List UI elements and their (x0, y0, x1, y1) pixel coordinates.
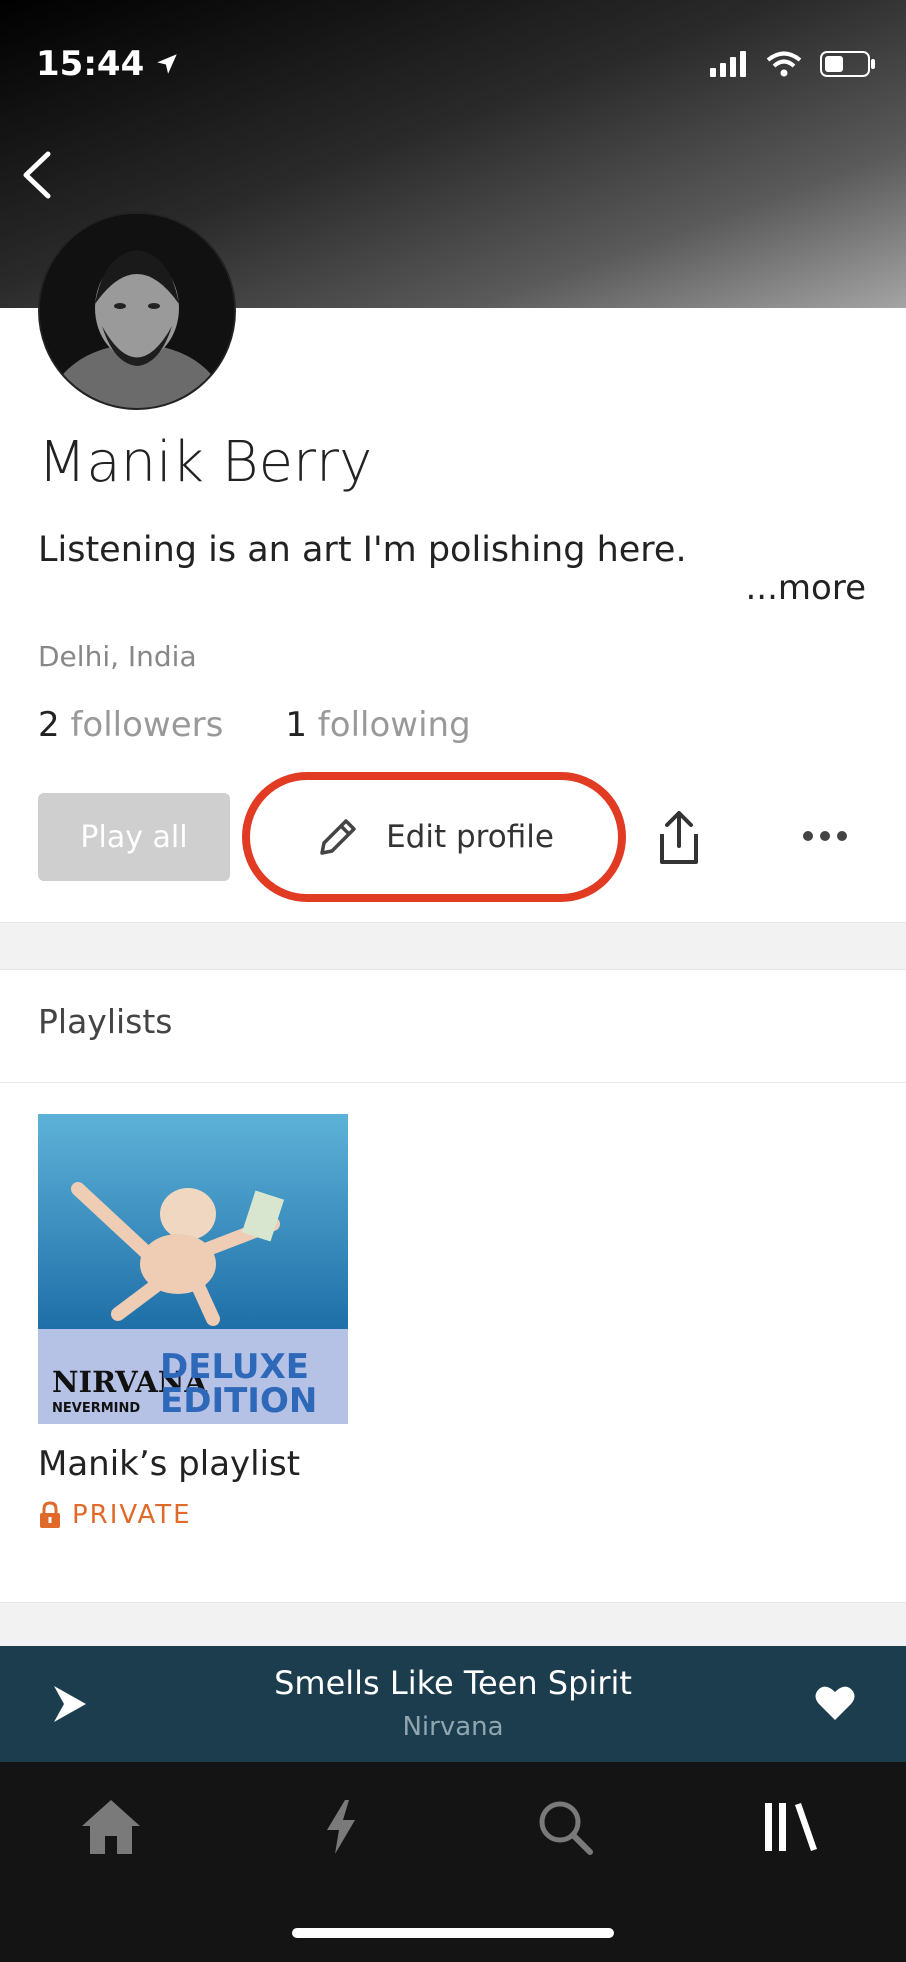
playlists-section-title: Playlists (38, 1002, 173, 1041)
location-arrow-icon (157, 54, 177, 74)
home-indicator (292, 1928, 614, 1938)
signal-icon (710, 51, 746, 77)
playlist-cover-image[interactable]: NIRVANA NEVERMIND DELUXE EDITION (38, 1114, 348, 1424)
now-playing-title: Smells Like Teen Spirit (274, 1664, 632, 1702)
profile-bio: Listening is an art I'm polishing here. (38, 530, 687, 570)
profile-name: Manik Berry (38, 430, 373, 495)
search-icon (539, 1801, 593, 1855)
bottom-divider (0, 1602, 906, 1647)
privacy-badge: PRIVATE (38, 1500, 192, 1530)
profile-avatar[interactable] (38, 212, 236, 410)
lightning-icon (327, 1800, 355, 1854)
cover-edition-text: EDITION (160, 1381, 317, 1421)
status-bar-indicators (710, 50, 876, 78)
follow-stats: 2 followers 1 following (38, 705, 471, 745)
tab-stream[interactable] (306, 1792, 376, 1862)
wifi-icon (766, 51, 802, 77)
heart-icon[interactable] (814, 1684, 856, 1722)
bio-more-link[interactable]: ...more (746, 568, 867, 608)
back-chevron-icon[interactable] (18, 148, 58, 202)
library-icon (765, 1803, 817, 1851)
tab-library[interactable] (756, 1792, 826, 1862)
pencil-icon (320, 819, 356, 855)
following-stat[interactable]: 1 following (285, 705, 470, 745)
followers-stat[interactable]: 2 followers (38, 705, 223, 745)
share-icon[interactable] (652, 810, 706, 866)
edit-profile-label: Edit profile (386, 819, 554, 855)
cover-album-text: NEVERMIND (52, 1401, 140, 1416)
status-bar-time: 15:44 (36, 44, 180, 84)
profile-location: Delhi, India (38, 640, 197, 673)
home-icon (82, 1800, 140, 1854)
lock-icon (40, 1501, 60, 1528)
more-options-icon[interactable] (802, 826, 848, 846)
battery-icon (820, 51, 875, 77)
play-all-button[interactable]: Play all (38, 793, 230, 881)
section-divider (0, 922, 906, 970)
edit-profile-button[interactable]: Edit profile (242, 772, 626, 902)
playlists-divider (0, 1082, 906, 1083)
tab-search[interactable] (530, 1792, 600, 1862)
tab-home[interactable] (76, 1792, 146, 1862)
now-playing-artist: Nirvana (402, 1712, 504, 1742)
playlist-name[interactable]: Manik’s playlist (38, 1444, 300, 1484)
